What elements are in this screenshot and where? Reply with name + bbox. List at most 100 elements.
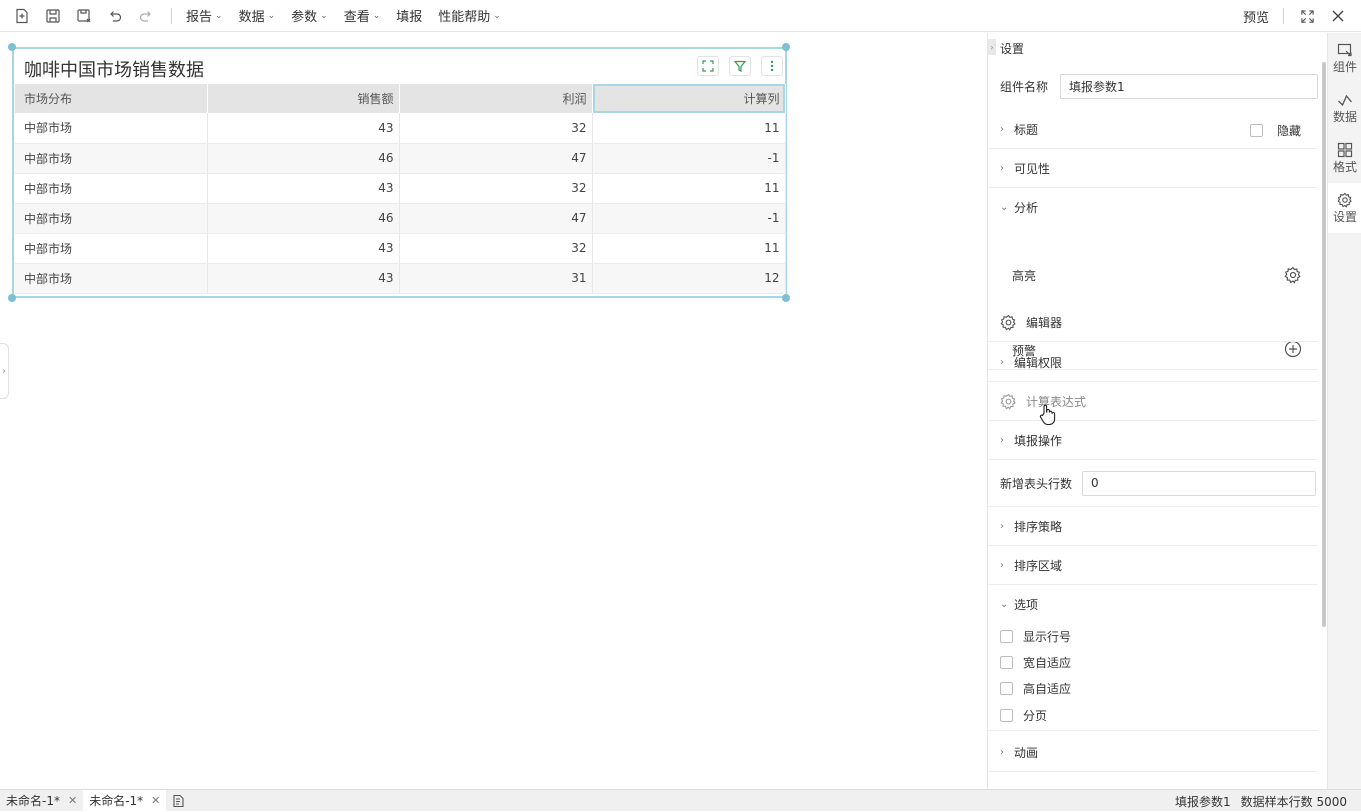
column-header[interactable]: 销售额 (207, 84, 400, 113)
table-cell[interactable]: 中部市场 (15, 203, 208, 234)
hide-checkbox[interactable] (1249, 124, 1263, 137)
panel-collapse-button[interactable]: › (988, 39, 996, 55)
strip-data[interactable]: 数据 (1328, 83, 1361, 133)
checkbox[interactable] (1000, 655, 1013, 669)
table-cell[interactable]: 32 (399, 233, 593, 264)
menu-label: 查看 (343, 10, 370, 25)
table-cell[interactable]: 47 (399, 203, 593, 234)
table-cell[interactable]: 中部市场 (15, 113, 208, 144)
table-cell[interactable]: 中部市场 (15, 173, 208, 204)
table-cell[interactable]: 43 (207, 173, 400, 204)
table-cell[interactable]: 43 (207, 233, 400, 264)
strip-component[interactable]: 组件 (1328, 33, 1361, 83)
checkbox[interactable] (1000, 629, 1013, 643)
strip-label: 组件 (1332, 59, 1357, 74)
checkbox[interactable] (1000, 709, 1013, 722)
table-cell[interactable]: 46 (207, 203, 400, 234)
save-as-icon[interactable] (73, 5, 95, 27)
option-show-row-number[interactable]: 显示行号 (988, 623, 1318, 649)
chevron-down-icon: ⌄ (215, 10, 223, 21)
resize-handle-bottom-left[interactable] (8, 294, 16, 302)
highlight-label: 高亮 (1012, 269, 1037, 283)
panel-scrollbar[interactable] (1322, 62, 1326, 627)
preview-button[interactable]: 预览 (1243, 7, 1269, 26)
redo-icon[interactable] (135, 5, 157, 27)
option-paging[interactable]: 分页 (988, 701, 1318, 731)
editor-row[interactable]: 编辑器 (988, 303, 1318, 342)
expand-widget-button[interactable] (697, 56, 719, 76)
component-name-input[interactable] (1060, 73, 1318, 99)
table-cell[interactable]: 43 (207, 113, 400, 144)
section-sort-strategy[interactable]: › 排序策略 (988, 507, 1318, 546)
menu-view[interactable]: 查看 ⌄ (344, 6, 381, 25)
chevron-down-icon: ⌄ (372, 10, 381, 21)
checkbox[interactable] (1000, 681, 1013, 695)
table-cell[interactable]: 中部市场 (15, 233, 208, 264)
table-cell[interactable]: -1 (592, 203, 786, 234)
table-row: 中部市场 46 47 -1 (15, 203, 786, 234)
table-cell[interactable]: 中部市场 (15, 263, 208, 294)
new-header-rows-input[interactable] (1082, 470, 1317, 496)
table-widget[interactable]: 咖啡中国市场销售数据 市场分布 销售额 利润 计算列 中部市场 43 32 11… (12, 47, 787, 298)
section-analysis[interactable]: ⌄ 分析 (988, 188, 1318, 227)
add-document-button[interactable] (166, 790, 192, 812)
table-cell[interactable]: 12 (592, 263, 786, 294)
fullscreen-icon[interactable] (1296, 5, 1318, 27)
table-cell[interactable]: 中部市场 (15, 143, 208, 174)
menu-data[interactable]: 数据 ⌄ (239, 6, 276, 25)
section-edit-permission[interactable]: › 编辑权限 (988, 343, 1318, 382)
undo-icon[interactable] (104, 5, 126, 27)
section-title[interactable]: › 标题 隐藏 (988, 110, 1318, 149)
document-tab[interactable]: 未命名-1* ✕ (0, 790, 83, 812)
menu-params[interactable]: 参数 ⌄ (291, 6, 328, 25)
menu-performance-help[interactable]: 性能帮助 ⌄ (438, 6, 501, 25)
strip-format[interactable]: 格式 (1328, 133, 1361, 183)
section-options[interactable]: ⌄ 选项 (988, 585, 1318, 624)
hide-toggle[interactable]: 隐藏 (1249, 122, 1301, 139)
menu-label: 报告 (186, 10, 213, 25)
option-height-fit[interactable]: 高自适应 (988, 675, 1318, 701)
resize-handle-top-right[interactable] (782, 43, 790, 51)
calc-expression-row[interactable]: 计算表达式 (988, 382, 1318, 421)
filter-widget-button[interactable] (729, 56, 751, 76)
menu-fill[interactable]: 填报 (396, 6, 422, 25)
report-canvas[interactable]: 咖啡中国市场销售数据 市场分布 销售额 利润 计算列 中部市场 43 32 11… (0, 33, 986, 789)
more-widget-button[interactable] (761, 56, 783, 76)
resize-handle-bottom-right[interactable] (782, 294, 790, 302)
section-animation[interactable]: › 动画 (988, 733, 1318, 772)
table-cell[interactable]: 11 (592, 173, 786, 204)
chevron-down-icon: ⌄ (1000, 599, 1009, 610)
table-cell[interactable]: 43 (207, 263, 400, 294)
new-report-icon[interactable] (11, 5, 33, 27)
section-sort-area[interactable]: › 排序区域 (988, 546, 1318, 585)
status-component-name: 填报参数1 (1175, 794, 1231, 809)
table-cell[interactable]: 31 (399, 263, 593, 294)
table-cell[interactable]: 32 (399, 113, 593, 144)
table-cell[interactable]: 32 (399, 173, 593, 204)
column-header[interactable]: 市场分布 (15, 84, 208, 113)
table-cell[interactable]: 11 (592, 233, 786, 264)
menu-report[interactable]: 报告 ⌄ (186, 6, 223, 25)
column-header[interactable]: 利润 (399, 84, 593, 113)
section-fill-operation[interactable]: › 填报操作 (988, 421, 1318, 460)
table-cell[interactable]: 11 (592, 113, 786, 144)
close-icon[interactable]: ✕ (68, 794, 77, 807)
table-cell[interactable]: 47 (399, 143, 593, 174)
table-cell[interactable]: 46 (207, 143, 400, 174)
component-name-row: 组件名称 (988, 73, 1318, 99)
tab-label: 未命名-1* (89, 794, 144, 808)
close-icon[interactable] (1327, 5, 1349, 27)
document-tab-active[interactable]: 未命名-1* ✕ (83, 789, 167, 812)
save-icon[interactable] (42, 5, 64, 27)
left-panel-expand-button[interactable]: › (0, 343, 9, 399)
section-label: 编辑权限 (1014, 355, 1063, 370)
column-header-selected[interactable]: 计算列 (592, 84, 786, 113)
close-icon[interactable]: ✕ (151, 794, 160, 807)
option-width-fit[interactable]: 宽自适应 (988, 649, 1318, 675)
gear-icon[interactable] (1284, 266, 1302, 287)
strip-settings[interactable]: 设置 (1328, 183, 1361, 233)
section-visibility[interactable]: › 可见性 (988, 149, 1318, 188)
table-cell[interactable]: -1 (592, 143, 786, 174)
resize-handle-top-left[interactable] (8, 43, 16, 51)
section-label: 排序区域 (1014, 558, 1063, 573)
